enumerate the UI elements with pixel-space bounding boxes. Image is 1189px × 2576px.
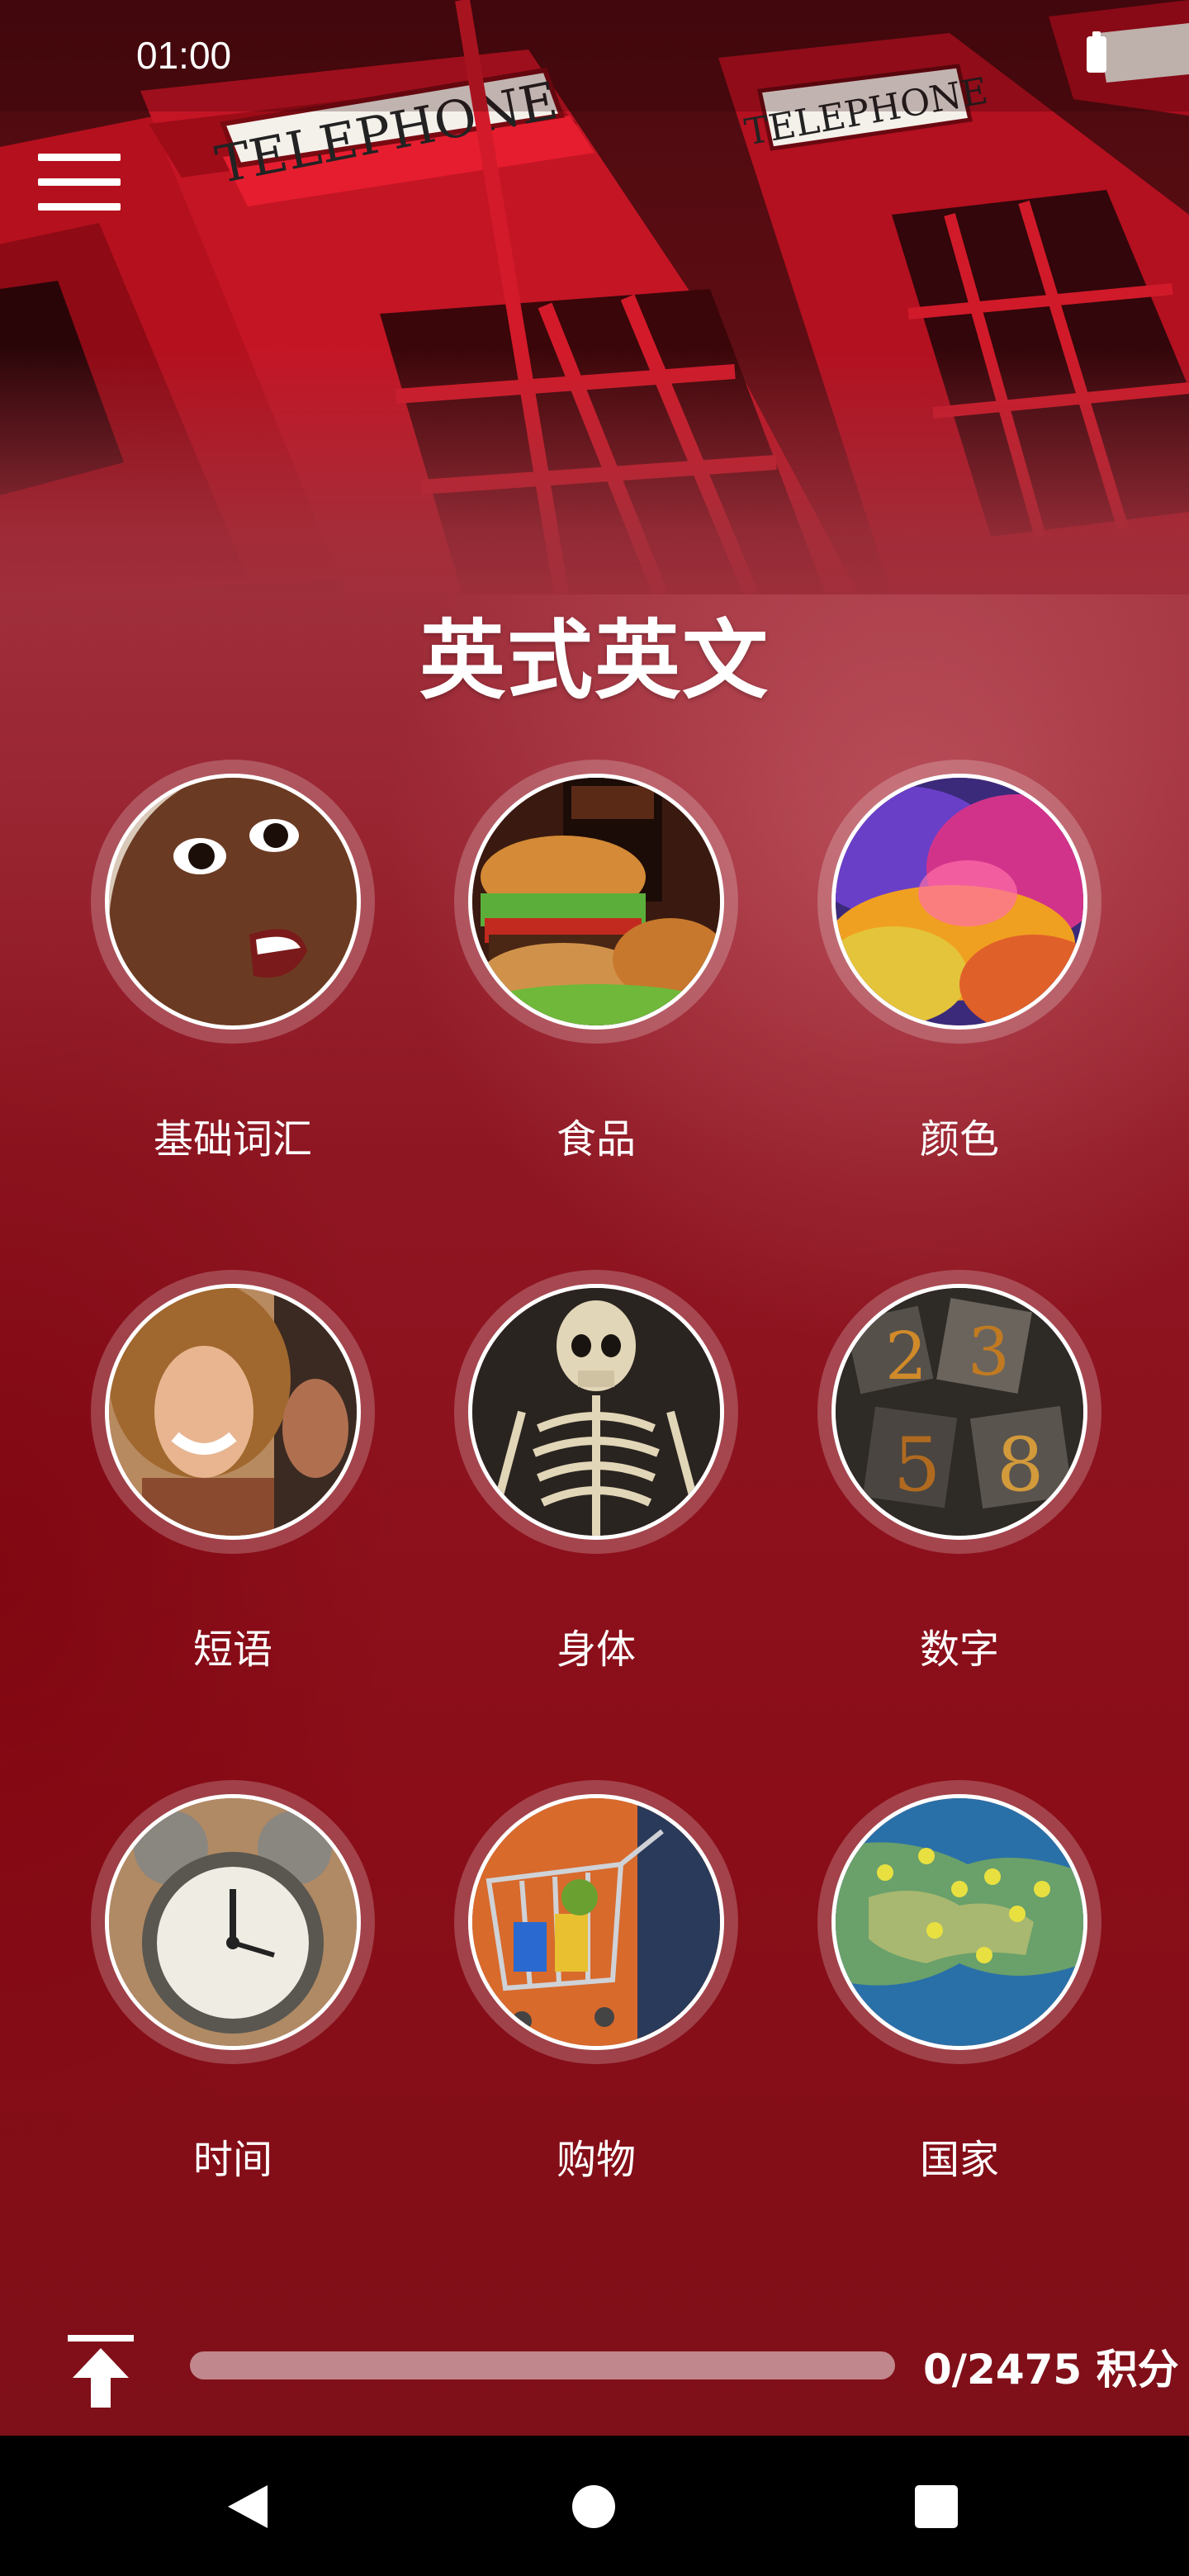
menu-button[interactable]	[33, 149, 124, 223]
score-text: 0/2475 积分	[923, 2346, 1179, 2394]
category-label: 短语	[192, 1627, 272, 1673]
map-pins-photo	[836, 1798, 1083, 2046]
category-numbers[interactable]: 2 3 5 8 数字	[735, 1270, 1101, 1699]
category-countries[interactable]: 国家	[735, 1780, 1101, 2209]
svg-text:2: 2	[885, 1318, 927, 1395]
category-label: 时间	[192, 2137, 272, 2183]
category-label: 颜色	[919, 1116, 999, 1163]
category-basic-vocabulary[interactable]: 基础词汇	[8, 760, 375, 1189]
status-time: 01:00	[136, 34, 232, 77]
category-label: 身体	[556, 1627, 636, 1673]
wooden-numbers-photo: 2 3 5 8	[836, 1288, 1083, 1536]
hero-fade	[0, 347, 1189, 594]
home-icon[interactable]	[572, 2485, 615, 2528]
shopping-cart-photo	[472, 1798, 720, 2046]
scroll-top-icon[interactable]	[68, 2335, 134, 2409]
category-label: 数字	[919, 1627, 999, 1673]
category-label: 国家	[919, 2137, 999, 2183]
category-shopping[interactable]: 购物	[372, 1780, 738, 2209]
category-body[interactable]: 身体	[372, 1270, 738, 1699]
category-label: 购物	[556, 2137, 636, 2183]
skeleton-photo	[472, 1288, 720, 1536]
category-phrases[interactable]: 短语	[8, 1270, 375, 1699]
svg-text:5: 5	[893, 1422, 940, 1508]
progress-track	[190, 2351, 895, 2379]
system-nav-bar	[0, 2436, 1189, 2576]
burger-meal-photo	[472, 778, 720, 1025]
category-colors[interactable]: 颜色	[735, 760, 1101, 1189]
battery-icon	[1087, 31, 1106, 73]
category-food[interactable]: 食品	[372, 760, 738, 1189]
baby-face-photo	[109, 778, 357, 1025]
alarm-clock-photo	[109, 1798, 357, 2046]
recent-apps-icon[interactable]	[915, 2485, 958, 2528]
progress-bar-area: 0/2475 积分	[0, 2304, 1189, 2436]
category-label: 基础词汇	[153, 1116, 312, 1163]
status-bar: 01:00	[0, 0, 1189, 111]
category-label: 食品	[556, 1116, 636, 1163]
category-time[interactable]: 时间	[8, 1780, 375, 2209]
smiling-woman-photo	[109, 1288, 357, 1536]
page-title: 英式英文	[419, 610, 770, 711]
svg-text:8: 8	[997, 1422, 1044, 1508]
app-screen: TELEPHONE TELEPHONE 01:00 英式英文 基础词汇 食品 颜…	[0, 0, 1189, 2576]
back-icon[interactable]	[223, 2482, 272, 2531]
color-powder-photo	[836, 778, 1083, 1025]
hamburger-icon	[38, 154, 121, 161]
svg-text:3: 3	[968, 1314, 1010, 1390]
